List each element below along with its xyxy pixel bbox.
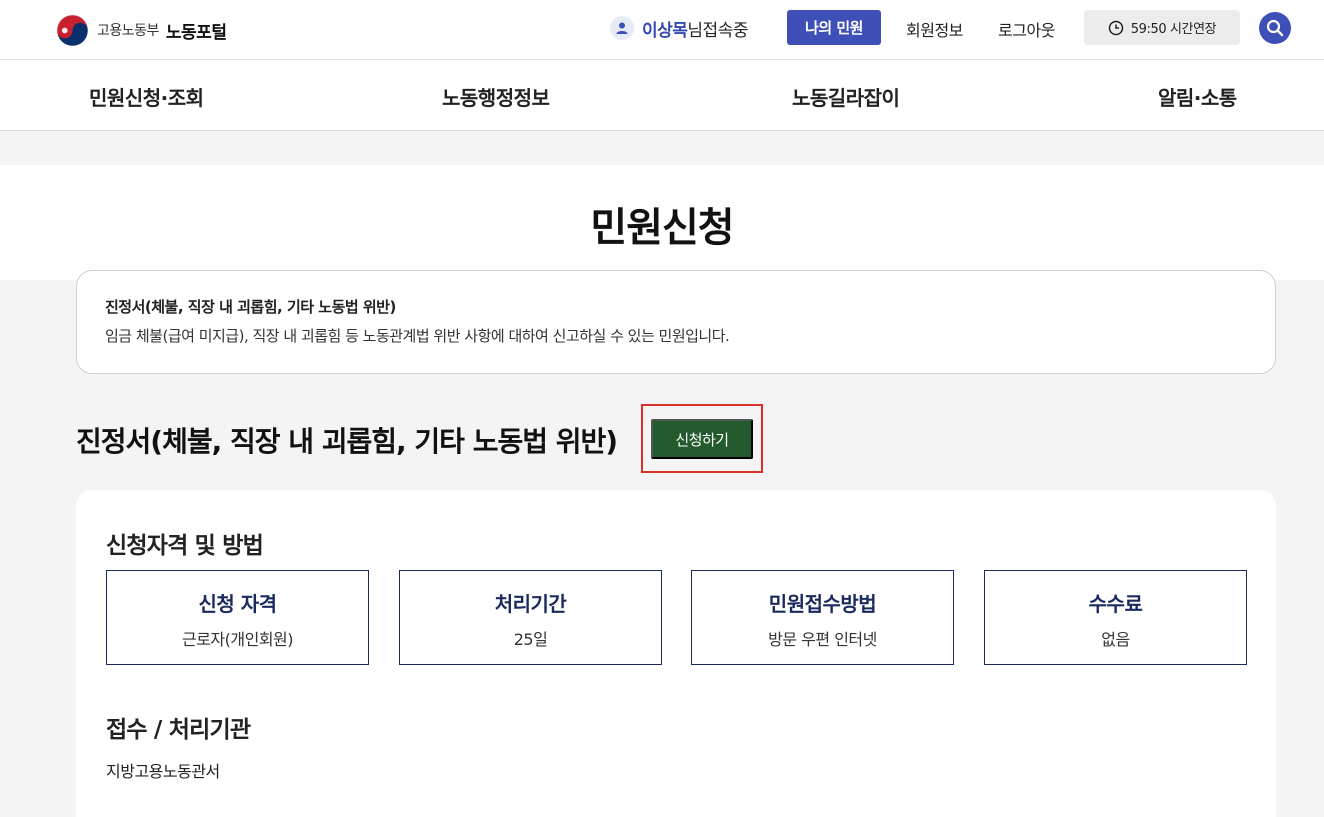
info-value: 25일 <box>513 630 548 649</box>
user-icon <box>610 16 634 40</box>
clock-icon <box>1108 20 1124 35</box>
info-box-qualification: 신청 자격 근로자(개인회원) <box>106 570 369 665</box>
taegeuk-emblem-icon <box>56 14 89 46</box>
apply-button[interactable]: 신청하기 <box>651 419 753 459</box>
search-button[interactable] <box>1259 12 1291 44</box>
title-band: 민원신청 <box>0 165 1324 280</box>
page-title: 민원신청 <box>590 205 734 251</box>
summary-description: 임금 체불(급여 미지급), 직장 내 괴롭힘 등 노동관계법 위반 사항에 대… <box>105 327 730 345</box>
user-status: 이상목 님접속중 <box>610 15 748 41</box>
agency-value: 지방고용노동관서 <box>106 762 220 781</box>
nav-labor-admin-info[interactable]: 노동행정정보 <box>442 82 550 111</box>
org-name: 고용노동부 <box>97 23 159 39</box>
search-icon <box>1266 19 1284 37</box>
session-timer-label: 59:50 시간연장 <box>1130 22 1217 37</box>
info-box-fee: 수수료 없음 <box>984 570 1247 665</box>
top-header: 고용노동부 노동포털 이상목 님접속중 나의 민원 회원정보 로그아웃 59:5… <box>0 0 1324 60</box>
site-logo[interactable]: 고용노동부 노동포털 <box>56 13 227 47</box>
info-box-processing-period: 처리기간 25일 <box>399 570 662 665</box>
user-suffix: 님접속중 <box>687 20 748 41</box>
info-label: 처리기간 <box>494 592 567 616</box>
main-navigation: 민원신청·조회 노동행정정보 노동길라잡이 알림·소통 <box>0 60 1324 131</box>
nav-civil-application[interactable]: 민원신청·조회 <box>89 82 204 111</box>
session-extend-button[interactable]: 59:50 시간연장 <box>1084 10 1240 45</box>
summary-title: 진정서(체불, 직장 내 괴롭힘, 기타 노동법 위반) <box>105 298 396 316</box>
info-value: 근로자(개인회원) <box>181 630 294 649</box>
logout-link[interactable]: 로그아웃 <box>998 17 1055 41</box>
info-label: 민원접수방법 <box>768 592 877 616</box>
info-value: 없음 <box>1101 630 1130 649</box>
user-name: 이상목 <box>642 20 688 41</box>
nav-notice-communication[interactable]: 알림·소통 <box>1158 82 1237 111</box>
info-box-submission-method: 민원접수방법 방문 우편 인터넷 <box>691 570 954 665</box>
qualification-heading: 신청자격 및 방법 <box>106 533 264 559</box>
member-info-link[interactable]: 회원정보 <box>906 17 963 41</box>
section-heading: 진정서(체불, 직장 내 괴롭힘, 기타 노동법 위반) <box>76 425 618 458</box>
detail-card: 신청자격 및 방법 신청 자격 근로자(개인회원) 처리기간 25일 민원접수방… <box>76 490 1276 817</box>
summary-box: 진정서(체불, 직장 내 괴롭힘, 기타 노동법 위반) 임금 체불(급여 미지… <box>76 270 1276 374</box>
nav-labor-guide[interactable]: 노동길라잡이 <box>792 82 900 111</box>
portal-name: 노동포털 <box>165 22 227 43</box>
info-value: 방문 우편 인터넷 <box>768 630 877 649</box>
info-label: 신청 자격 <box>198 592 277 616</box>
my-civil-button[interactable]: 나의 민원 <box>787 10 881 45</box>
agency-heading: 접수 / 처리기관 <box>106 717 251 743</box>
info-label: 수수료 <box>1088 592 1143 616</box>
